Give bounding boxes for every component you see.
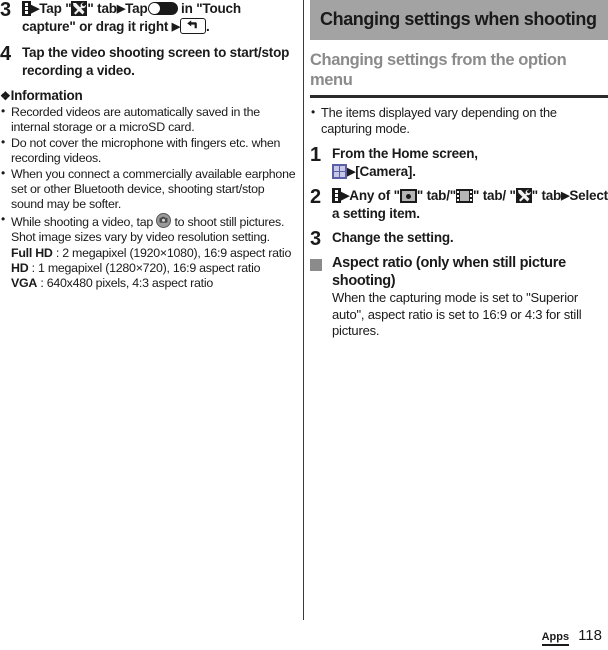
spec-label: Full HD <box>11 245 53 260</box>
tools-wrench-icon <box>515 188 532 203</box>
manual-page: 3 ▶Tap " " tab▶Tap in "Touch capture" or … <box>0 0 608 650</box>
aspect-ratio-block: Aspect ratio (only when still picture sh… <box>310 254 608 340</box>
three-dot-menu-icon <box>332 188 341 203</box>
apps-grid-icon <box>332 164 347 179</box>
right-step-2: 2 ▶Any of " " tab/" " tab/ " " tab▶Select a… <box>310 187 608 223</box>
step-3-text-2: " tab <box>87 1 117 16</box>
aspect-ratio-body: Aspect ratio (only when still picture sh… <box>332 254 608 340</box>
left-column: 3 ▶Tap " " tab▶Tap in "Touch capture" or … <box>0 0 296 620</box>
right-step-2-text: ▶Any of " " tab/" " tab/ " " tab▶Select a s… <box>332 187 608 223</box>
page-number: 118 <box>578 627 602 644</box>
step-3-text: ▶Tap " " tab▶Tap in "Touch capture" or dr… <box>22 0 296 36</box>
spec-value: : 640x480 pixels, 4:3 aspect ratio <box>40 276 213 291</box>
right-step-2-text-2: " tab/" <box>416 188 456 203</box>
list-item: Recorded videos are automatically saved … <box>0 104 296 136</box>
right-step-3-number: 3 <box>310 228 322 250</box>
information-heading: ❖Information <box>0 88 296 103</box>
right-step-2-text-3: " tab/ " <box>472 188 516 203</box>
right-step-1-text-2: [Camera]. <box>355 164 416 179</box>
toggle-switch-off-icon <box>147 2 178 15</box>
camera-shutter-icon <box>156 212 172 228</box>
step-3-text-1: Tap " <box>39 1 72 16</box>
spec-hd: HD : 1 megapixel (1280×720), 16:9 aspect… <box>0 261 296 276</box>
step-3-text-3: Tap <box>125 1 148 16</box>
information-heading-label: Information <box>10 88 83 103</box>
video-film-tab-icon <box>455 189 473 203</box>
right-step-1-text: From the Home screen, ▶[Camera]. <box>332 145 608 181</box>
step-3-number: 3 <box>0 0 12 21</box>
right-step-2-text-4: " tab <box>531 188 562 203</box>
spec-vga: VGA : 640x480 pixels, 4:3 aspect ratio <box>0 276 296 291</box>
three-dot-menu-icon <box>22 1 31 16</box>
arrow-glyph: ▶ <box>116 3 126 15</box>
page-footer: Apps 118 <box>541 627 602 646</box>
section-banner-title: Changing settings when shooting <box>310 0 608 40</box>
square-bullet-icon <box>310 254 332 276</box>
spec-label: VGA <box>11 276 38 291</box>
right-step-1-number: 1 <box>310 144 322 166</box>
tools-wrench-icon <box>71 1 88 16</box>
step-4-number: 4 <box>0 43 12 65</box>
back-key-icon <box>180 18 206 34</box>
right-step-2-text-1: Any of " <box>349 188 400 203</box>
information-bullet-list: Recorded videos are automatically saved … <box>0 104 296 246</box>
step-4-text: Tap the video shooting screen to start/s… <box>22 45 290 78</box>
step-3: 3 ▶Tap " " tab▶Tap in "Touch capture" or … <box>0 0 296 36</box>
photo-camera-tab-icon <box>399 189 417 203</box>
list-item: Do not cover the microphone with fingers… <box>0 135 296 167</box>
spec-value: : 1 megapixel (1280×720), 16:9 aspect ra… <box>31 261 261 276</box>
list-item-camera: While shooting a video, tap to shoot sti… <box>0 212 296 246</box>
right-step-1: 1 From the Home screen, ▶[Camera]. <box>310 145 608 181</box>
note-text: The items displayed vary depending on th… <box>310 104 608 137</box>
right-step-1-text-1: From the Home screen, <box>332 146 478 161</box>
spec-value: : 2 megapixel (1920×1080), 16:9 aspect r… <box>55 245 292 260</box>
heading-rule <box>310 95 608 98</box>
right-step-3-text: Change the setting. <box>332 230 454 245</box>
right-column: Changing settings when shooting Changing… <box>310 0 608 620</box>
footer-section-tab: Apps <box>541 631 570 646</box>
column-divider <box>303 0 304 620</box>
step-4: 4 Tap the video shooting screen to start… <box>0 44 296 80</box>
aspect-ratio-text: When the capturing mode is set to "Super… <box>332 290 582 338</box>
list-item: When you connect a commercially availabl… <box>0 166 296 213</box>
right-step-2-number: 2 <box>310 186 322 208</box>
diamond-icon: ❖ <box>0 89 11 103</box>
step-3-text-5: . <box>206 19 210 34</box>
spec-label: HD <box>11 261 29 276</box>
aspect-ratio-title: Aspect ratio (only when still picture sh… <box>332 255 566 289</box>
spec-full-hd: Full HD : 2 megapixel (1920×1080), 16:9 … <box>0 246 296 261</box>
camera-bullet-text-before: While shooting a video, tap <box>11 214 154 229</box>
subsection-heading: Changing settings from the option menu <box>310 51 567 89</box>
right-step-3: 3 Change the setting. <box>310 228 608 250</box>
arrow-glyph: ▶ <box>171 21 180 33</box>
